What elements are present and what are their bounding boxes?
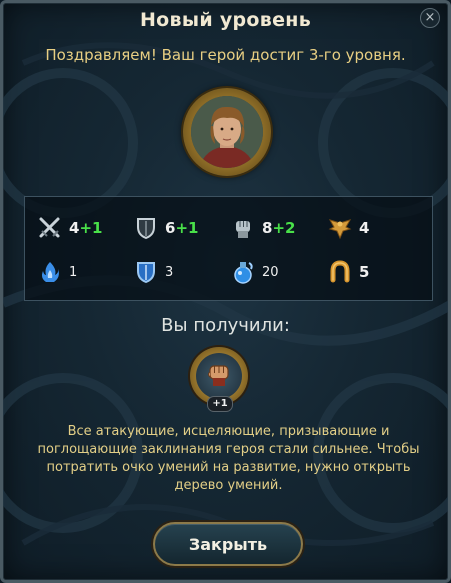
stat-mana: 20: [230, 259, 279, 285]
level-up-dialog: Новый уровень × Поздравляем! Ваш герой д…: [0, 0, 451, 583]
stat-value: 20: [262, 264, 279, 280]
stat-value: 5: [359, 263, 370, 281]
stat-attack: 4 +1: [37, 215, 102, 241]
blue-shield-icon: [133, 259, 159, 285]
horseshoe-icon: [327, 259, 353, 285]
stat-luck: 5: [327, 259, 369, 285]
stat-bonus: +1: [79, 219, 103, 237]
stat-value: 4: [359, 219, 370, 237]
stat-spellpower: 8 +2: [230, 215, 295, 241]
stat-value: 1: [69, 264, 78, 280]
stat-value: 8: [262, 219, 273, 237]
level-message: Поздравляем! Ваш герой достиг 3-го уровн…: [45, 46, 406, 64]
close-button[interactable]: Закрыть: [153, 522, 303, 566]
stat-initiative: 1: [37, 259, 77, 285]
sword-icon: [37, 215, 63, 241]
dialog-title: Новый уровень: [139, 9, 312, 31]
reward-title: Вы получили:: [161, 315, 290, 336]
eagle-icon: [327, 215, 353, 241]
stat-magic-defense: 3: [133, 259, 173, 285]
close-icon[interactable]: ×: [420, 8, 440, 28]
stat-defense: 6 +1: [133, 215, 198, 241]
mana-potion-icon: [230, 259, 256, 285]
stat-bonus: +1: [175, 219, 199, 237]
stat-value: 4: [69, 219, 80, 237]
hero-portrait-frame: [183, 88, 271, 176]
stat-leadership: 4: [327, 215, 369, 241]
reward-badge: +1: [207, 396, 233, 412]
hero-portrait: [191, 96, 263, 168]
fist-icon: [203, 358, 235, 394]
reward-description: Все атакующие, исцеляющие, призывающие и…: [37, 424, 420, 493]
reward-slot[interactable]: +1: [190, 347, 248, 412]
stats-panel: 4 +1 6 +1 8 +2 4 1 3 20 5: [24, 196, 433, 301]
reward-icon-holder: [196, 353, 242, 399]
stat-value: 6: [165, 219, 176, 237]
fist-icon: [230, 215, 256, 241]
stat-value: 3: [165, 264, 174, 280]
stat-bonus: +2: [272, 219, 296, 237]
fire-icon: [37, 259, 63, 285]
shield-icon: [133, 215, 159, 241]
